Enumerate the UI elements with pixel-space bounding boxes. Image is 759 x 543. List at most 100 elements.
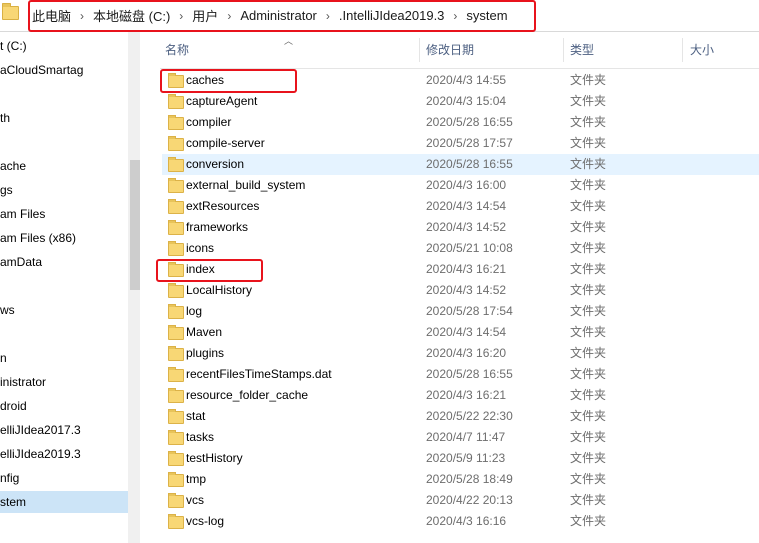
file-row[interactable]: resource_folder_cache 2020/4/3 16:21 文件夹 xyxy=(162,385,759,406)
file-row[interactable]: testHistory 2020/5/9 11:23 文件夹 xyxy=(162,448,759,469)
file-name: tasks xyxy=(186,430,215,444)
file-name: compiler xyxy=(186,115,232,129)
nav-item[interactable]: n xyxy=(0,347,7,369)
file-name: vcs-log xyxy=(186,514,225,528)
file-type: 文件夹 xyxy=(570,472,607,486)
folder-icon xyxy=(168,388,184,403)
nav-item[interactable]: ws xyxy=(0,299,15,321)
file-type: 文件夹 xyxy=(570,283,607,297)
file-date: 2020/4/22 20:13 xyxy=(426,493,513,507)
file-date: 2020/4/3 14:52 xyxy=(426,283,507,297)
file-date: 2020/5/28 16:55 xyxy=(426,367,513,381)
nav-scrollbar-thumb[interactable] xyxy=(130,160,140,290)
file-date: 2020/5/28 18:49 xyxy=(426,472,513,486)
file-type: 文件夹 xyxy=(570,493,607,507)
file-type: 文件夹 xyxy=(570,136,607,150)
nav-item[interactable]: am Files xyxy=(0,203,45,225)
file-row[interactable]: vcs 2020/4/22 20:13 文件夹 xyxy=(162,490,759,511)
folder-icon xyxy=(168,430,184,445)
nav-item[interactable]: aCloudSmartag xyxy=(0,59,83,81)
file-date: 2020/5/9 11:23 xyxy=(426,451,506,465)
column-header-name[interactable]: 名称 xyxy=(165,40,189,60)
folder-icon xyxy=(168,325,184,340)
file-row[interactable]: conversion 2020/5/28 16:55 文件夹 xyxy=(162,154,759,175)
nav-item[interactable]: am Files (x86) xyxy=(0,227,76,249)
navigation-pane: t (C:) aCloudSmartag th ache gs am Files am Fi… xyxy=(0,32,140,543)
column-header-date[interactable]: 修改日期 xyxy=(426,40,474,60)
file-row[interactable]: captureAgent 2020/4/3 15:04 文件夹 xyxy=(162,91,759,112)
file-type: 文件夹 xyxy=(570,430,607,444)
file-name: frameworks xyxy=(186,220,249,234)
file-row[interactable]: LocalHistory 2020/4/3 14:52 文件夹 xyxy=(162,280,759,301)
column-header-size[interactable]: 大小 xyxy=(690,40,714,60)
file-name: plugins xyxy=(186,346,225,360)
nav-item[interactable]: elliJIdea2019.3 xyxy=(0,443,81,465)
file-name: LocalHistory xyxy=(186,283,253,297)
file-name: vcs xyxy=(186,493,204,507)
index-highlight-box xyxy=(156,259,263,282)
caches-highlight-box xyxy=(160,69,297,93)
sort-ascending-icon: ︿ xyxy=(284,36,294,46)
file-date: 2020/4/3 14:55 xyxy=(426,73,507,87)
nav-item[interactable]: nfig xyxy=(0,467,19,489)
file-name: recentFilesTimeStamps.dat xyxy=(186,367,332,381)
file-row[interactable]: frameworks 2020/4/3 14:52 文件夹 xyxy=(162,217,759,238)
file-type: 文件夹 xyxy=(570,451,607,465)
file-row[interactable]: external_build_system 2020/4/3 16:00 文件夹 xyxy=(162,175,759,196)
nav-item[interactable]: th xyxy=(0,107,10,129)
file-name: extResources xyxy=(186,199,260,213)
nav-item[interactable]: gs xyxy=(0,179,13,201)
file-name: icons xyxy=(186,241,215,255)
nav-item[interactable]: t (C:) xyxy=(0,35,27,57)
file-row[interactable]: recentFilesTimeStamps.dat 2020/5/28 16:55… xyxy=(162,364,759,385)
folder-icon xyxy=(168,451,184,466)
nav-item[interactable]: elliJIdea2017.3 xyxy=(0,419,81,441)
file-row[interactable]: compiler 2020/5/28 16:55 文件夹 xyxy=(162,112,759,133)
file-name: compile-server xyxy=(186,136,265,150)
column-divider[interactable] xyxy=(419,38,420,62)
folder-icon xyxy=(168,283,184,298)
file-type: 文件夹 xyxy=(570,199,607,213)
file-row[interactable]: stat 2020/5/22 22:30 文件夹 xyxy=(162,406,759,427)
file-date: 2020/4/3 16:21 xyxy=(426,262,507,276)
nav-item[interactable]: inistrator xyxy=(0,371,46,393)
file-row[interactable]: tmp 2020/5/28 18:49 文件夹 xyxy=(162,469,759,490)
file-name: Maven xyxy=(186,325,223,339)
file-row[interactable]: plugins 2020/4/3 16:20 文件夹 xyxy=(162,343,759,364)
column-divider[interactable] xyxy=(682,38,683,62)
folder-icon xyxy=(168,493,184,508)
file-type: 文件夹 xyxy=(570,514,607,528)
file-date: 2020/4/3 14:54 xyxy=(426,199,507,213)
nav-item[interactable]: stem xyxy=(0,491,128,513)
address-highlight-box xyxy=(28,0,536,32)
file-row[interactable]: tasks 2020/4/7 11:47 文件夹 xyxy=(162,427,759,448)
folder-icon xyxy=(168,136,184,151)
file-date: 2020/5/28 17:54 xyxy=(426,304,513,318)
file-row[interactable]: vcs-log 2020/4/3 16:16 文件夹 xyxy=(162,511,759,532)
file-type: 文件夹 xyxy=(570,241,607,255)
folder-icon xyxy=(168,241,184,256)
file-type: 文件夹 xyxy=(570,157,607,171)
column-divider[interactable] xyxy=(563,38,564,62)
file-date: 2020/4/3 16:00 xyxy=(426,178,507,192)
folder-icon xyxy=(168,115,184,130)
file-row[interactable]: icons 2020/5/21 10:08 文件夹 xyxy=(162,238,759,259)
file-type: 文件夹 xyxy=(570,346,607,360)
folder-icon xyxy=(168,220,184,235)
file-type: 文件夹 xyxy=(570,73,607,87)
file-row[interactable]: compile-server 2020/5/28 17:57 文件夹 xyxy=(162,133,759,154)
nav-item[interactable]: ache xyxy=(0,155,26,177)
folder-icon xyxy=(168,514,184,529)
nav-item[interactable]: amData xyxy=(0,251,42,273)
file-type: 文件夹 xyxy=(570,115,607,129)
file-type: 文件夹 xyxy=(570,367,607,381)
nav-item[interactable]: droid xyxy=(0,395,27,417)
column-header-type[interactable]: 类型 xyxy=(570,40,594,60)
file-row[interactable]: extResources 2020/4/3 14:54 文件夹 xyxy=(162,196,759,217)
file-date: 2020/4/7 11:47 xyxy=(426,430,506,444)
file-row[interactable]: log 2020/5/28 17:54 文件夹 xyxy=(162,301,759,322)
file-date: 2020/5/28 16:55 xyxy=(426,115,513,129)
file-type: 文件夹 xyxy=(570,388,607,402)
file-row[interactable]: Maven 2020/4/3 14:54 文件夹 xyxy=(162,322,759,343)
file-name: conversion xyxy=(186,157,245,171)
